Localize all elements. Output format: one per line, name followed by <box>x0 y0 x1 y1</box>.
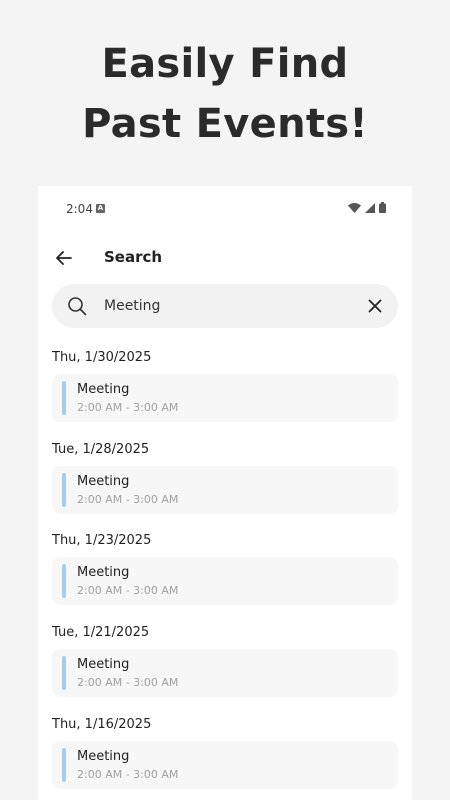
app-bar: Search <box>38 238 412 278</box>
result-group: Thu, 1/16/2025 Meeting 2:00 AM - 3:00 AM <box>52 713 398 800</box>
search-bar <box>52 284 398 328</box>
status-icons <box>348 202 386 213</box>
status-time: 2:04 <box>66 202 93 216</box>
event-title: Meeting <box>77 382 130 397</box>
close-icon <box>368 299 382 313</box>
event-time: 2:00 AM - 3:00 AM <box>77 492 179 506</box>
event-card[interactable]: Meeting 2:00 AM - 3:00 AM <box>52 740 398 789</box>
promo-line-2: Past Events! <box>82 101 368 147</box>
result-group: Thu, 1/30/2025 Meeting 2:00 AM - 3:00 AM <box>52 346 398 438</box>
event-card[interactable]: Meeting 2:00 AM - 3:00 AM <box>52 557 398 606</box>
promo-headline: Easily Find Past Events! <box>0 34 450 154</box>
battery-icon <box>379 202 386 213</box>
a-badge-icon: A <box>96 204 105 213</box>
page-title: Search <box>104 248 163 266</box>
event-color-bar <box>62 656 66 691</box>
result-group: Thu, 1/23/2025 Meeting 2:00 AM - 3:00 AM <box>52 529 398 621</box>
event-card[interactable]: Meeting 2:00 AM - 3:00 AM <box>52 465 398 514</box>
wifi-icon <box>348 202 361 213</box>
back-button[interactable] <box>52 246 76 270</box>
result-date: Tue, 1/28/2025 <box>52 441 150 457</box>
result-date: Thu, 1/23/2025 <box>52 533 152 549</box>
event-time: 2:00 AM - 3:00 AM <box>77 584 179 598</box>
search-input[interactable] <box>104 284 354 328</box>
event-time: 2:00 AM - 3:00 AM <box>77 767 179 781</box>
clear-search-button[interactable] <box>364 295 386 317</box>
event-time: 2:00 AM - 3:00 AM <box>77 401 179 414</box>
result-date: Thu, 1/30/2025 <box>52 350 152 365</box>
event-color-bar <box>62 564 66 599</box>
promo-line-1: Easily Find <box>101 41 349 87</box>
arrow-left-icon <box>56 251 72 265</box>
result-date: Thu, 1/16/2025 <box>52 716 152 732</box>
result-group: Tue, 1/21/2025 Meeting 2:00 AM - 3:00 AM <box>52 621 398 713</box>
event-title: Meeting <box>77 565 130 581</box>
result-group: Tue, 1/28/2025 Meeting 2:00 AM - 3:00 AM <box>52 438 398 530</box>
event-title: Meeting <box>77 473 130 489</box>
search-results-list: Thu, 1/30/2025 Meeting 2:00 AM - 3:00 AM… <box>52 346 398 800</box>
result-date: Tue, 1/21/2025 <box>52 625 150 641</box>
event-time: 2:00 AM - 3:00 AM <box>77 676 179 690</box>
event-title: Meeting <box>77 657 130 673</box>
event-color-bar <box>62 381 66 415</box>
status-bar: 2:04 A <box>38 186 412 232</box>
event-card[interactable]: Meeting 2:00 AM - 3:00 AM <box>52 374 398 422</box>
search-icon <box>68 297 87 316</box>
event-color-bar <box>62 747 66 782</box>
signal-icon <box>365 202 375 213</box>
event-color-bar <box>62 472 66 507</box>
phone-screen: 2:04 A Search Meeting Thu, 1/30/2025 Mee… <box>38 186 412 800</box>
event-card[interactable]: Meeting 2:00 AM - 3:00 AM <box>52 649 398 698</box>
event-title: Meeting <box>77 748 130 764</box>
